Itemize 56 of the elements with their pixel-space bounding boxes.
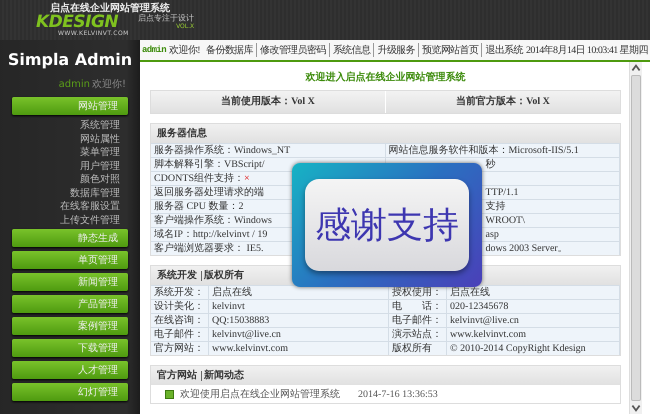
table-cell: QQ:15038883	[209, 313, 389, 327]
table-cell: 官方网站：	[151, 341, 209, 355]
panel-tab[interactable]: 版权所有	[201, 270, 248, 280]
version-cell-text: 当前使用版本：Vol X	[220, 94, 316, 109]
greeting: 欢迎你!	[169, 44, 200, 57]
greeting: 欢迎你!	[92, 79, 126, 90]
app-title: Simpla Admin	[8, 50, 132, 69]
table-cell: 电子邮件：	[151, 327, 209, 341]
news-link[interactable]: 欢迎使用启点在线企业网站管理系统	[180, 387, 340, 401]
table-cell: 设计美化：	[151, 299, 209, 313]
table-cell: 网站信息服务软件和版本：Microsoft-IIS/5.1	[386, 143, 620, 157]
panel-tab[interactable]: 系统开发	[157, 266, 201, 285]
table-cell: kelvinvt@live.cn	[209, 327, 389, 341]
submenu-item[interactable]: 菜单管理	[80, 146, 120, 160]
table-cell: www.kelvinvt.com	[209, 341, 389, 355]
news-date: 2014-7-16 13:36:53	[358, 388, 438, 400]
table-cell: 电子邮件：	[389, 313, 447, 327]
table-cell: 版权所有	[389, 341, 447, 355]
site-title: 启点在线企业网站管理系统	[50, 4, 171, 14]
table-cell: kelvinvt@live.cn	[447, 313, 620, 327]
nav-link[interactable]: 退出系统	[481, 43, 526, 57]
logo: KDESIGN	[36, 14, 118, 30]
table-cell: 电 话：	[389, 299, 447, 313]
welcome-heading: 欢迎进入启点在线企业网站管理系统	[304, 70, 466, 85]
table-cell: 在线咨询：	[151, 313, 209, 327]
table-cell: 服务器操作系统：Windows_NT	[151, 143, 386, 157]
table-cell: www.kelvinvt.com	[447, 327, 620, 341]
submenu-item[interactable]: 上传文件管理	[60, 214, 120, 227]
slogan: 启点专注于设计	[138, 15, 194, 23]
submenu-item[interactable]: 在线客服设置	[60, 200, 120, 214]
scroll-down-icon[interactable]	[630, 402, 642, 414]
date-time: 2014年8月14日 10:03:41 星期四	[526, 44, 648, 57]
table-cell: 系统开发：	[151, 285, 209, 299]
scroll-up-icon[interactable]	[630, 62, 642, 74]
username: admin	[142, 45, 166, 55]
submenu-item[interactable]: 颜色对照	[80, 173, 120, 186]
bullet-icon	[165, 390, 174, 398]
panel-title: 服务器信息	[157, 126, 207, 141]
table-cell: kelvinvt	[209, 299, 389, 313]
scrollbar[interactable]	[629, 62, 642, 414]
nav-link[interactable]: 预览网站首页	[418, 43, 482, 57]
nav-link[interactable]: 系统信息	[328, 43, 374, 57]
username: admin	[58, 79, 90, 90]
panel-tab[interactable]: 新闻动态	[201, 370, 248, 380]
submenu-item[interactable]: 用户管理	[80, 160, 120, 173]
submenu-item[interactable]: 系统管理	[80, 119, 120, 132]
table-cell: 演示站点：	[389, 327, 447, 341]
nav-link[interactable]: 升级服务	[373, 43, 418, 57]
table-cell: 020-12345678	[447, 299, 620, 313]
submenu-item[interactable]: 网站属性	[80, 132, 120, 146]
submenu-item[interactable]: 数据库管理	[70, 186, 120, 200]
nav-link[interactable]: 修改管理员密码	[256, 43, 329, 57]
version-cell: 当前官方版本：Vol X	[385, 91, 620, 113]
table-cell: © 2010-2014 CopyRight Kdesign	[447, 341, 620, 355]
nav-link[interactable]: 备份数据库	[202, 43, 256, 57]
panel-tab[interactable]: 官方网站	[157, 366, 201, 385]
